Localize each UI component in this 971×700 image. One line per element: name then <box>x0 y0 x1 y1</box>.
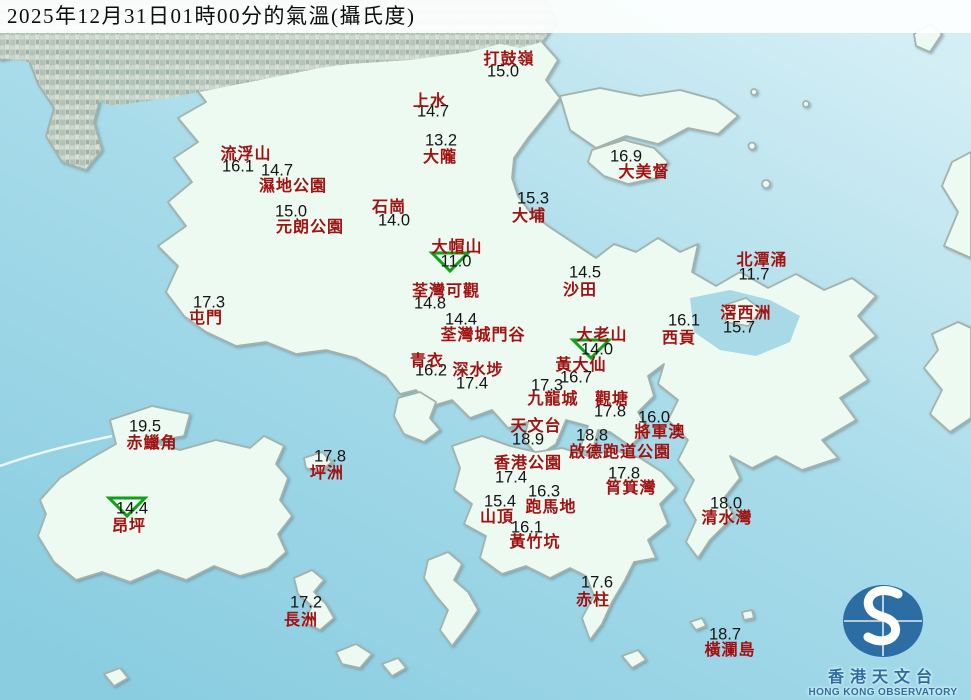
station-name: 黃大仙 <box>555 357 607 374</box>
station-name: 深水埗 <box>452 362 504 379</box>
station-name: 荃灣可觀 <box>411 283 481 300</box>
logo-name-english: HONG KONG OBSERVATORY <box>808 687 958 698</box>
station-name: 觀塘 <box>594 391 630 408</box>
station-name: 荃灣城門谷 <box>440 327 526 344</box>
station-name: 青衣 <box>409 353 445 370</box>
title-bar: 2025年12月31日01時00分的氣溫(攝氏度) <box>0 0 971 33</box>
station-name: 清水灣 <box>701 510 753 527</box>
station-name: 沙田 <box>562 282 598 299</box>
station-name: 石崗 <box>371 199 407 216</box>
station-name: 九龍城 <box>527 391 579 408</box>
station-name: 上水 <box>412 93 448 110</box>
station-name: 筲箕灣 <box>605 480 657 497</box>
map-title: 2025年12月31日01時00分的氣溫(攝氏度) <box>7 4 416 28</box>
station-name: 西貢 <box>661 330 697 347</box>
station-name: 跑馬地 <box>525 499 577 516</box>
station-name: 大埔 <box>511 208 547 225</box>
station-name: 大帽山 <box>431 239 483 256</box>
station-name: 黃竹坑 <box>509 534 561 551</box>
station-name: 打鼓嶺 <box>483 51 535 68</box>
station-name: 啟德跑道公園 <box>568 444 672 461</box>
hko-logo: 香港天文台 HONG KONG OBSERVATORY <box>799 582 967 698</box>
station-name: 濕地公園 <box>258 178 328 195</box>
station-name: 赤柱 <box>575 592 611 609</box>
station-name: 昂坪 <box>111 518 147 535</box>
station-name: 北潭涌 <box>736 252 788 269</box>
station-name: 滘西洲 <box>720 305 772 322</box>
station-name: 屯門 <box>188 310 224 327</box>
station-name: 山頂 <box>479 509 515 526</box>
hko-emblem-icon <box>843 585 923 657</box>
station-name: 香港公園 <box>493 455 563 472</box>
station-name: 赤鱲角 <box>126 435 178 452</box>
station-name: 天文台 <box>510 418 562 435</box>
station-name: 流浮山 <box>220 146 272 163</box>
logo-name-chinese: 香港天文台 <box>827 669 938 686</box>
hko-temperature-map-screen: 2025年12月31日01時00分的氣溫(攝氏度) 打鼓嶺 15.0 上水 14.7 大… <box>0 0 971 700</box>
station-name: 坪洲 <box>309 465 345 482</box>
station-name: 橫瀾島 <box>704 642 756 659</box>
station-name: 元朗公園 <box>275 219 345 236</box>
station-name: 大老山 <box>576 327 628 344</box>
station-name: 長洲 <box>283 612 319 629</box>
station-name: 大隴 <box>422 149 458 166</box>
station-name: 大美督 <box>618 164 670 181</box>
